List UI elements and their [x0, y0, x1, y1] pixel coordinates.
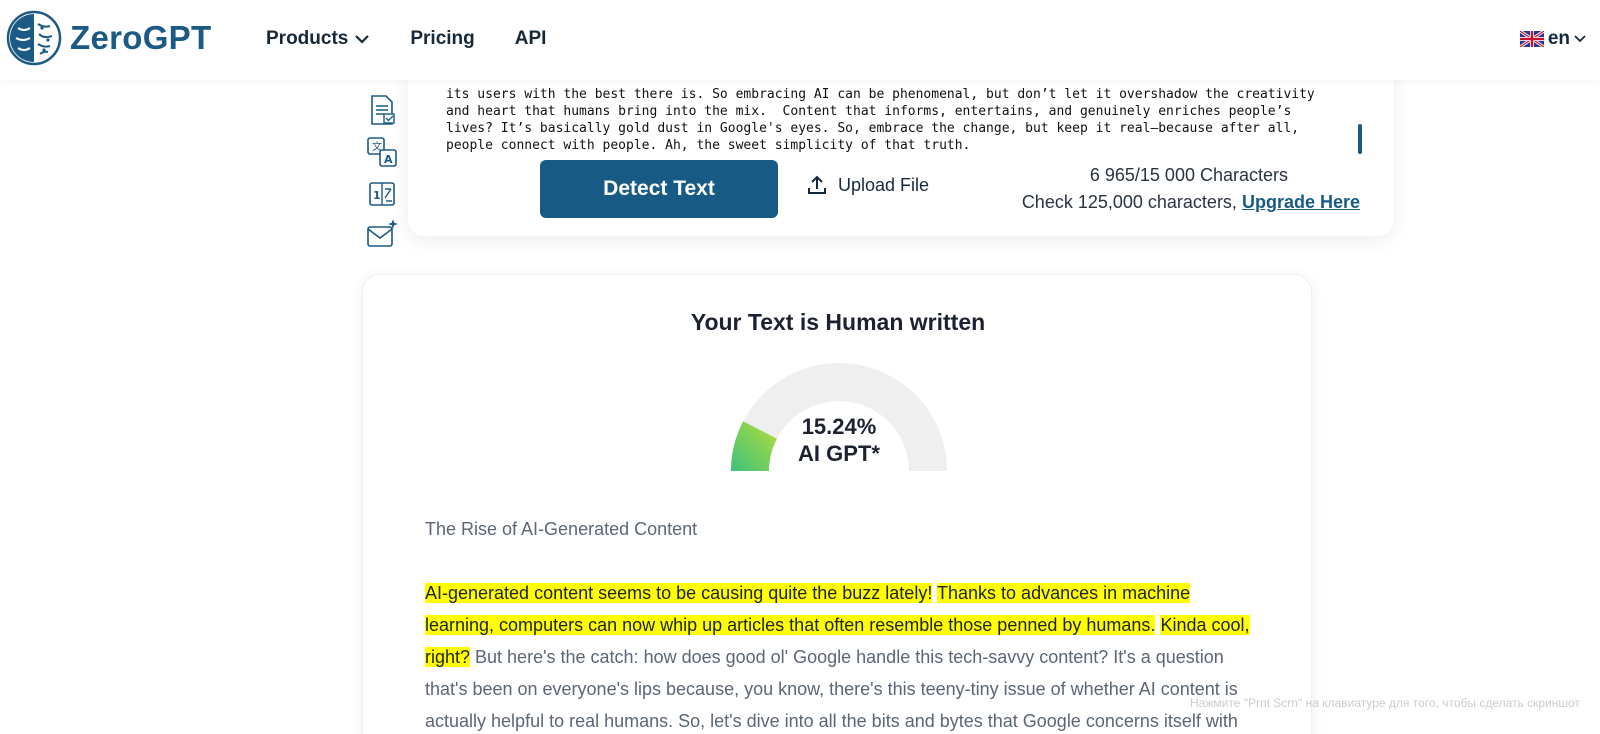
logo[interactable]: ZeroGPT [6, 10, 211, 66]
upload-file-button[interactable]: Upload File [806, 174, 929, 196]
ai-gpt-caption: AI GPT* [798, 441, 880, 466]
svg-text:A: A [384, 153, 393, 166]
upload-file-label: Upload File [838, 174, 930, 195]
result-card: Your Text is Human written 15.24% AI GPT… [362, 274, 1312, 734]
highlighted-sentence: AI-generated content seems to be causing… [425, 583, 933, 603]
detect-text-button[interactable]: Detect Text [540, 160, 778, 218]
textarea-scrollbar[interactable] [1358, 124, 1362, 154]
nav-pricing-label: Pricing [410, 28, 475, 49]
nav-products[interactable]: Products [266, 28, 370, 50]
analyzed-text: AI-generated content seems to be causing… [425, 577, 1255, 734]
upgrade-link[interactable]: Upgrade Here [1242, 192, 1360, 212]
nav-pricing[interactable]: Pricing [410, 28, 474, 50]
logo-text: ZeroGPT [70, 19, 212, 56]
svg-text:1: 1 [373, 189, 381, 202]
top-header: ZeroGPT Products Pricing API en [0, 0, 1600, 80]
email-sparkle-icon[interactable] [366, 218, 398, 250]
language-label: en [1547, 28, 1570, 49]
upgrade-line: Check 125,000 characters, Upgrade Here [1022, 189, 1360, 216]
main-nav: Products Pricing API [266, 28, 546, 50]
chevron-down-icon [1574, 35, 1586, 43]
svg-text:文: 文 [372, 140, 382, 153]
translate-icon[interactable]: 文 A [366, 136, 398, 168]
ai-percentage: 15.24% [801, 414, 877, 439]
input-textarea[interactable]: its users with the best there is. So emb… [446, 86, 1346, 154]
nav-api[interactable]: API [515, 28, 547, 50]
uk-flag-icon [1519, 31, 1544, 47]
document-check-icon[interactable] [366, 94, 398, 126]
upgrade-prefix: Check 125,000 characters, [1021, 192, 1237, 212]
screenshot-hint-watermark: Нажмите "Prnt Scrn" на клавиатуре для то… [1190, 696, 1580, 710]
content-title: The Rise of AI-Generated Content [425, 519, 698, 539]
brain-logo-icon [6, 10, 62, 66]
nav-api-label: API [514, 28, 547, 49]
character-count: 6 965/15 000 Characters [1089, 165, 1288, 185]
nav-products-label: Products [266, 28, 349, 49]
gauge-label: 15.24% AI GPT* [726, 413, 952, 467]
chevron-down-icon [355, 35, 370, 44]
upload-icon [808, 175, 826, 194]
language-selector[interactable]: en [1519, 28, 1586, 50]
result-title: Your Text is Human written [690, 309, 986, 335]
character-counter: 6 965/15 000 Characters Check 125,000 ch… [1022, 162, 1360, 216]
word-counter-icon[interactable]: 1 [366, 178, 398, 210]
plain-text: But here's the catch: how does good ol' … [425, 647, 1238, 731]
